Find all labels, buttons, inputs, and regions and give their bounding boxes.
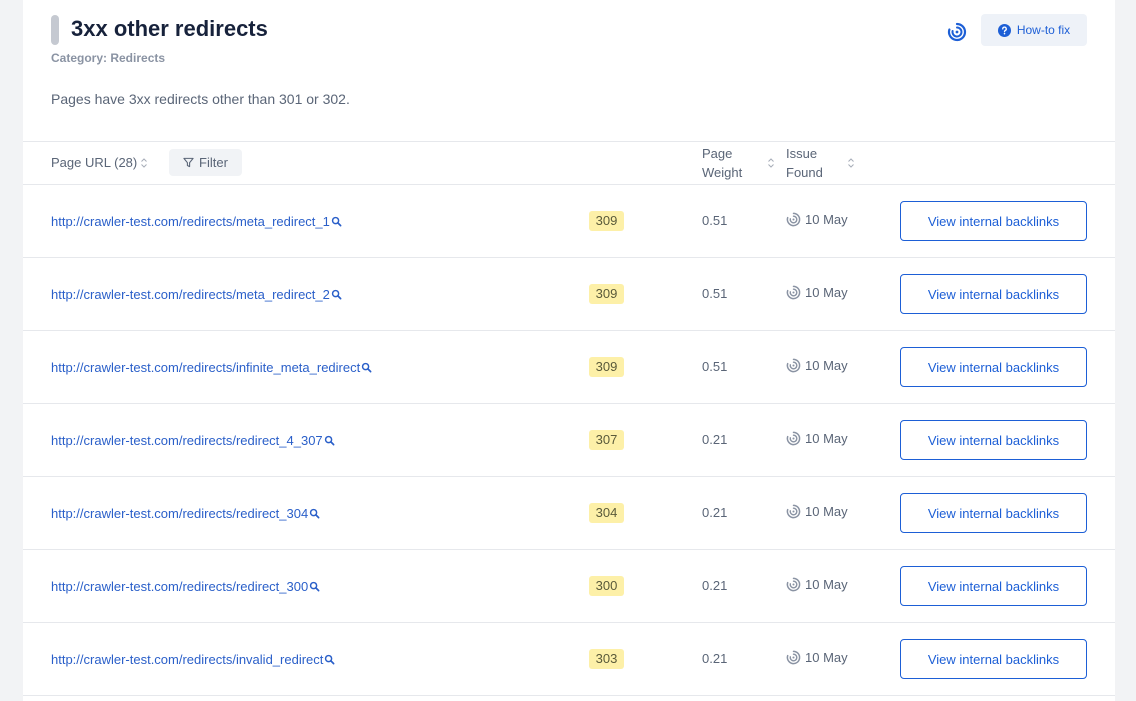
- issue-description: Pages have 3xx redirects other than 301 …: [51, 91, 350, 107]
- column-label-issue-found-2: Found: [786, 165, 823, 180]
- magnifier-icon[interactable]: [324, 435, 335, 446]
- brand-logo-icon[interactable]: [947, 22, 967, 42]
- column-label-page-weight-1: Page: [702, 146, 733, 161]
- magnifier-icon[interactable]: [331, 289, 342, 300]
- page-url-link[interactable]: http://crawler-test.com/redirects/invali…: [51, 652, 323, 667]
- crawler-logo-icon: [786, 577, 801, 592]
- status-code-badge: 300: [589, 576, 624, 596]
- crawler-logo-icon: [786, 212, 801, 227]
- column-label-page-url: Page URL (28): [51, 155, 138, 170]
- column-header-page-weight[interactable]: Page Weight: [702, 144, 775, 182]
- filter-button[interactable]: Filter: [169, 149, 242, 176]
- magnifier-icon[interactable]: [324, 654, 335, 665]
- page-weight-value: 0.51: [702, 213, 728, 228]
- magnifier-icon[interactable]: [309, 508, 320, 519]
- issue-card: 3xx other redirects Category: Redirects …: [23, 0, 1115, 701]
- issue-header: 3xx other redirects Category: Redirects …: [23, 0, 1115, 142]
- status-code-badge: 303: [589, 649, 624, 669]
- question-circle-icon: [997, 23, 1011, 37]
- view-internal-backlinks-button[interactable]: View internal backlinks: [900, 420, 1087, 460]
- crawler-logo-icon: [786, 431, 801, 446]
- page-url-link[interactable]: http://crawler-test.com/redirects/redire…: [51, 506, 308, 521]
- page-url-link[interactable]: http://crawler-test.com/redirects/infini…: [51, 360, 360, 375]
- issue-found-date: 10 May: [805, 577, 848, 592]
- title-accent-bar: [51, 15, 59, 45]
- how-to-fix-button[interactable]: How-to fix: [981, 14, 1087, 46]
- column-header-issue-found[interactable]: Issue Found: [786, 144, 855, 182]
- table-row: http://crawler-test.com/redirects/meta_r…: [23, 185, 1115, 258]
- table-header: Page URL (28) Filter Page Weight Issue F…: [23, 142, 1115, 185]
- status-code-badge: 309: [589, 211, 624, 231]
- view-internal-backlinks-button[interactable]: View internal backlinks: [900, 493, 1087, 533]
- status-code-badge: 309: [589, 357, 624, 377]
- page-weight-value: 0.21: [702, 505, 728, 520]
- crawler-logo-icon: [786, 504, 801, 519]
- view-internal-backlinks-button[interactable]: View internal backlinks: [900, 566, 1087, 606]
- table-row: http://crawler-test.com/redirects/redire…: [23, 404, 1115, 477]
- crawler-logo-icon: [786, 285, 801, 300]
- status-code-badge: 304: [589, 503, 624, 523]
- page-title: 3xx other redirects: [71, 16, 268, 41]
- issue-found-date: 10 May: [805, 431, 848, 446]
- crawler-logo-icon: [786, 358, 801, 373]
- column-label-page-weight-2: Weight: [702, 165, 743, 180]
- table-body: http://crawler-test.com/redirects/meta_r…: [23, 185, 1115, 696]
- magnifier-icon[interactable]: [331, 216, 342, 227]
- view-internal-backlinks-button[interactable]: View internal backlinks: [900, 347, 1087, 387]
- issue-found-date: 10 May: [805, 285, 848, 300]
- page-url-link[interactable]: http://crawler-test.com/redirects/meta_r…: [51, 214, 330, 229]
- magnifier-icon[interactable]: [361, 362, 372, 373]
- status-code-badge: 309: [589, 284, 624, 304]
- issue-found-date: 10 May: [805, 504, 848, 519]
- table-row: http://crawler-test.com/redirects/infini…: [23, 331, 1115, 404]
- table-row: http://crawler-test.com/redirects/redire…: [23, 477, 1115, 550]
- sort-icon: [848, 158, 854, 168]
- page-weight-value: 0.21: [702, 651, 728, 666]
- status-code-badge: 307: [589, 430, 624, 450]
- issue-category: Category: Redirects: [51, 51, 166, 65]
- magnifier-icon[interactable]: [309, 581, 320, 592]
- sort-icon: [141, 158, 148, 168]
- page-url-link[interactable]: http://crawler-test.com/redirects/redire…: [51, 579, 308, 594]
- column-label-issue-found-1: Issue: [786, 146, 818, 161]
- sort-icon: [768, 158, 774, 168]
- page-weight-value: 0.51: [702, 286, 728, 301]
- view-internal-backlinks-button[interactable]: View internal backlinks: [900, 274, 1087, 314]
- table-row: http://crawler-test.com/redirects/meta_r…: [23, 258, 1115, 331]
- issue-found-date: 10 May: [805, 650, 848, 665]
- page-weight-value: 0.21: [702, 432, 728, 447]
- how-to-fix-label: How-to fix: [1016, 23, 1071, 37]
- view-internal-backlinks-button[interactable]: View internal backlinks: [900, 201, 1087, 241]
- crawler-logo-icon: [786, 650, 801, 665]
- table-row: http://crawler-test.com/redirects/redire…: [23, 550, 1115, 623]
- filter-label: Filter: [199, 155, 228, 170]
- view-internal-backlinks-button[interactable]: View internal backlinks: [900, 639, 1087, 679]
- funnel-icon: [183, 157, 194, 168]
- page-url-link[interactable]: http://crawler-test.com/redirects/redire…: [51, 433, 323, 448]
- page-url-link[interactable]: http://crawler-test.com/redirects/meta_r…: [51, 287, 330, 302]
- issue-found-date: 10 May: [805, 358, 848, 373]
- issue-found-date: 10 May: [805, 212, 848, 227]
- table-row: http://crawler-test.com/redirects/invali…: [23, 623, 1115, 696]
- page-weight-value: 0.51: [702, 359, 728, 374]
- column-header-page-url[interactable]: Page URL (28): [51, 153, 148, 173]
- page-weight-value: 0.21: [702, 578, 728, 593]
